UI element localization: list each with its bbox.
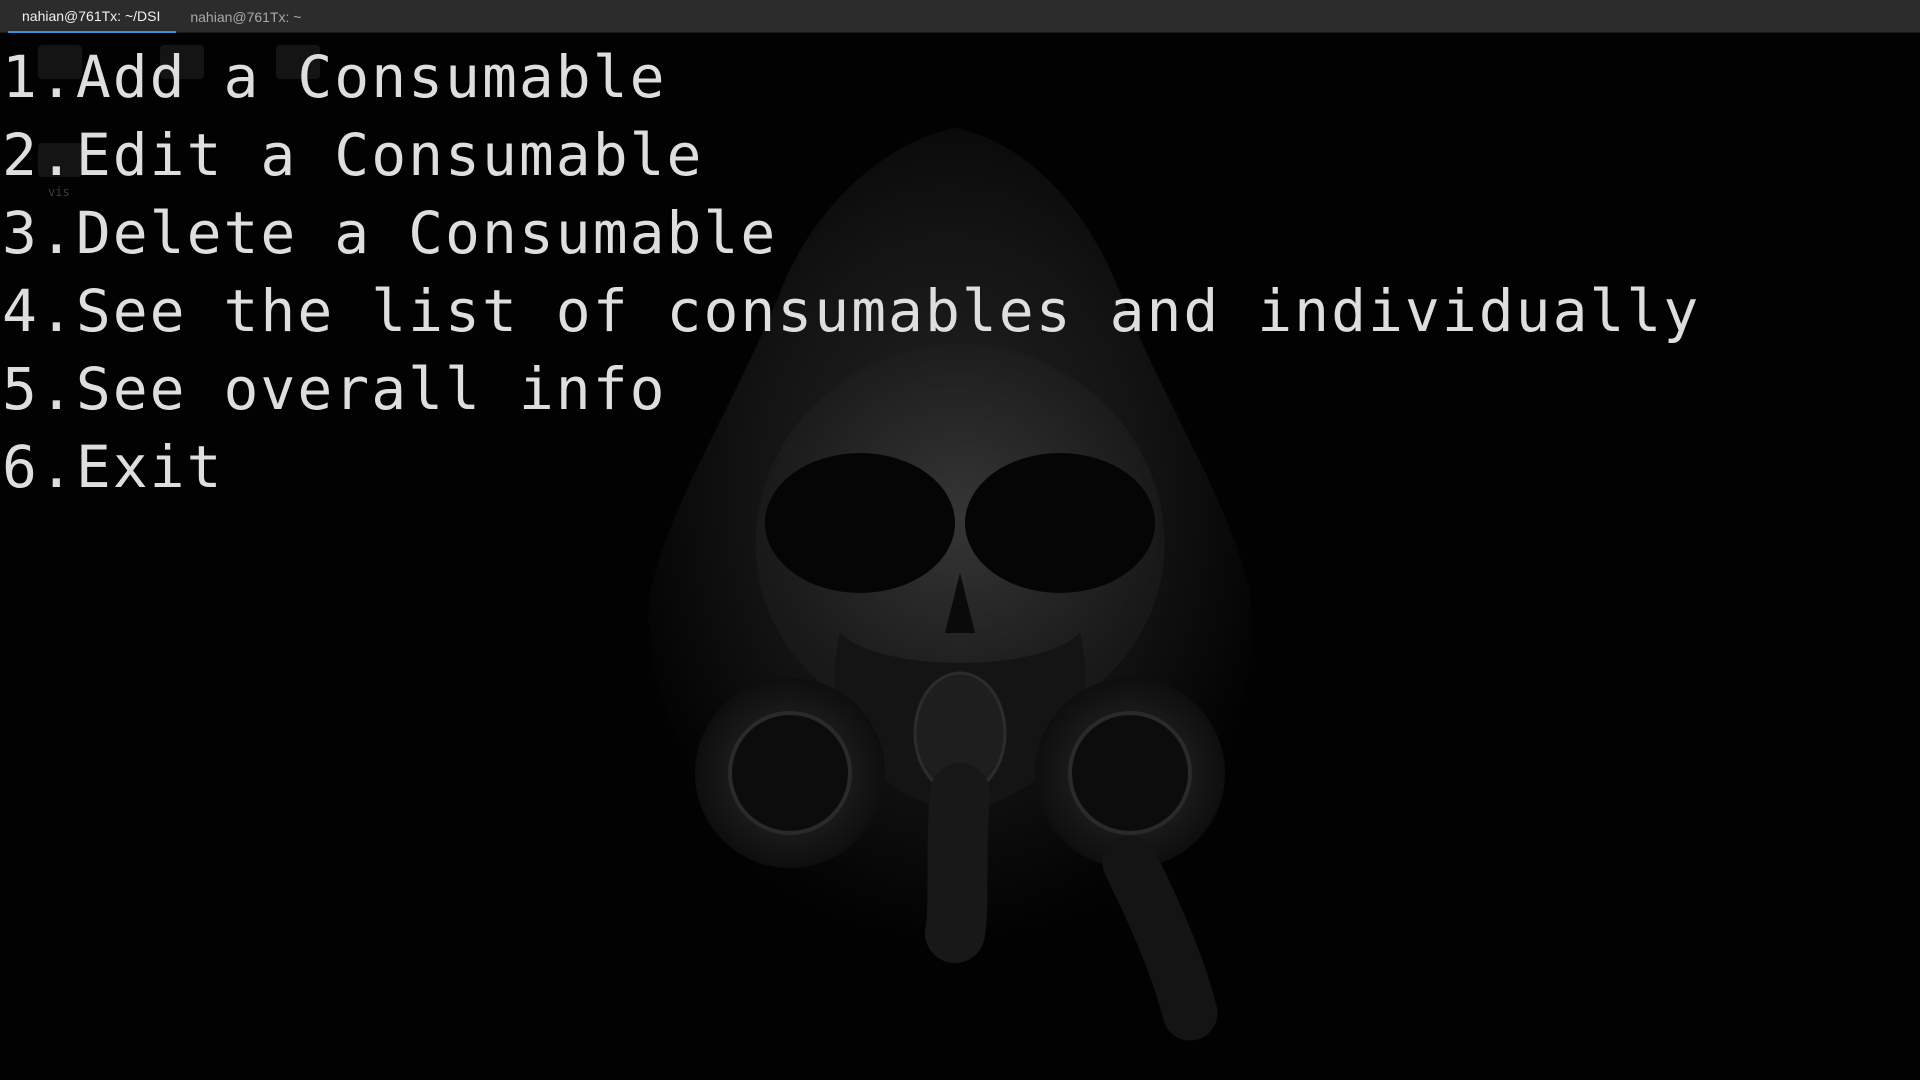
terminal-output[interactable]: 1.Add a Consumable 2.Edit a Consumable 3… [2, 38, 1902, 506]
menu-line-5: 5.See overall info [2, 355, 667, 423]
tab-bar: nahian@761Tx: ~/DSI nahian@761Tx: ~ [0, 0, 1920, 33]
menu-line-3: 3.Delete a Consumable [2, 199, 778, 267]
menu-line-2: 2.Edit a Consumable [2, 121, 704, 189]
menu-line-4: 4.See the list of consumables and indivi… [2, 277, 1701, 345]
tab-home[interactable]: nahian@761Tx: ~ [176, 0, 315, 33]
tab-dsi-label: nahian@761Tx: ~/DSI [22, 7, 161, 24]
menu-line-6: 6.Exit [2, 433, 224, 501]
tab-dsi[interactable]: nahian@761Tx: ~/DSI [8, 0, 177, 33]
menu-line-1: 1.Add a Consumable [2, 43, 667, 111]
tab-home-label: nahian@761Tx: ~ [190, 8, 302, 25]
terminal-window: nahian@761Tx: ~/DSI nahian@761Tx: ~ vis … [0, 0, 1920, 1080]
